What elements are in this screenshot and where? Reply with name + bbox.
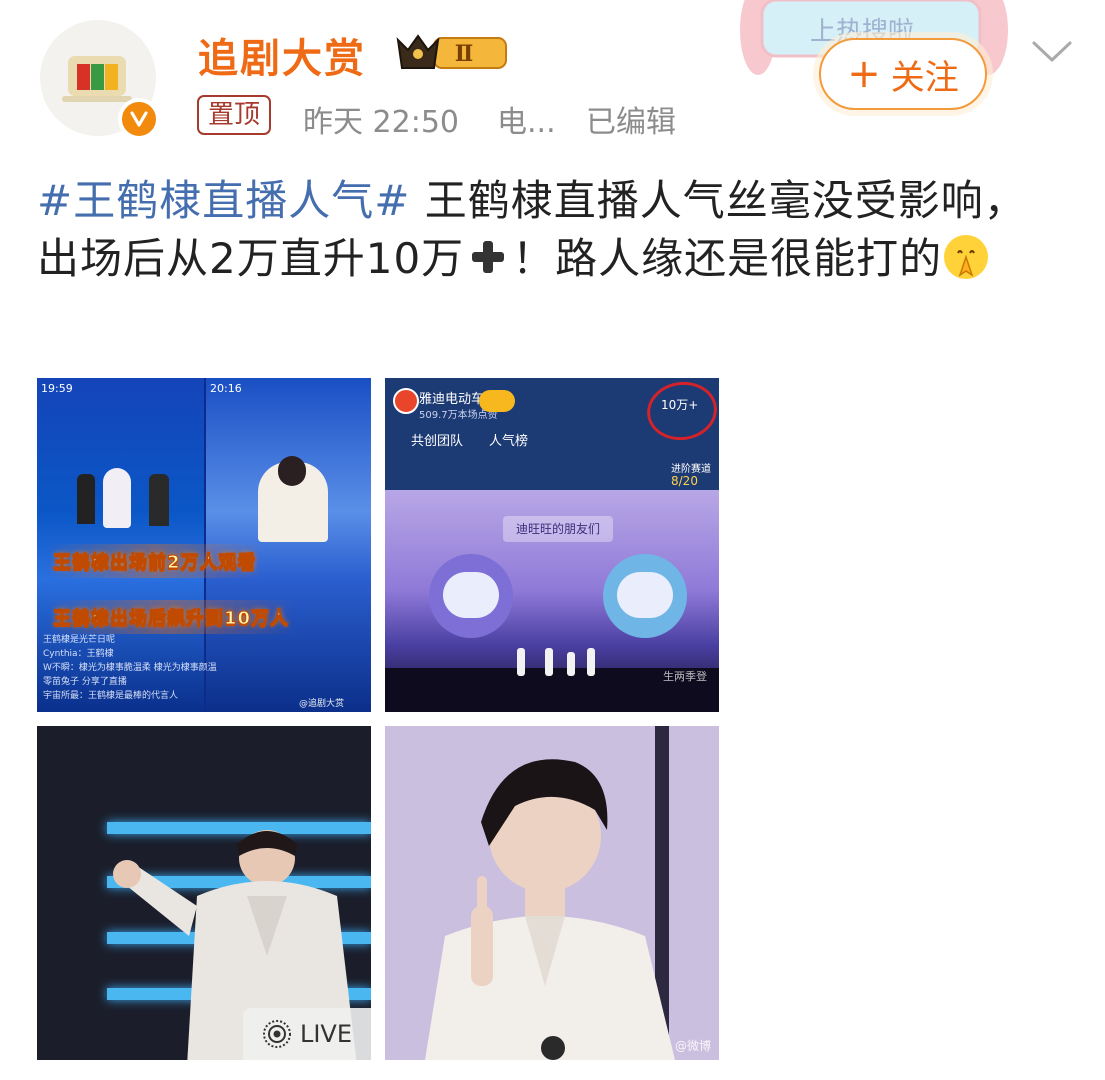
- post-image-1[interactable]: 19:59 20:16 王鹤棣出场前2万人观看 王鹤棣出场后飙升到10万人 王鹤…: [37, 378, 371, 712]
- follow-label: 关注: [890, 57, 959, 98]
- chevron-down-icon[interactable]: [1030, 38, 1074, 66]
- hashtag-link[interactable]: #王鹤棣直播人气#: [37, 176, 410, 225]
- caption-before: 王鹤棣出场前2万人观看: [47, 544, 263, 578]
- image-watermark: @追剧大赏: [299, 699, 345, 709]
- robot-right-icon: [603, 554, 687, 638]
- live-badge[interactable]: LIVE: [243, 1008, 371, 1060]
- follow-button[interactable]: + 关注: [819, 38, 987, 110]
- pinned-tag: 置顶: [197, 95, 272, 135]
- verified-badge-icon: [118, 98, 160, 140]
- vip-crown-icon: Ⅱ: [394, 30, 510, 80]
- image-watermark: @微博: [674, 1039, 711, 1053]
- post-source: 电...: [497, 105, 556, 140]
- image-watermark: 生两季登: [663, 670, 707, 683]
- post-image-4[interactable]: @微博: [385, 726, 719, 1060]
- post-image-3[interactable]: LIVE: [37, 726, 371, 1060]
- caption-after: 王鹤棣出场后飙升到10万人: [47, 600, 296, 634]
- robot-left-icon: [429, 554, 513, 638]
- username[interactable]: 追剧大赏: [198, 26, 366, 84]
- live-photo-icon: [262, 1020, 291, 1048]
- performer-closeup-photo: [425, 726, 675, 1060]
- post-body: #王鹤棣直播人气# 王鹤棣直播人气丝毫没受影响，出场后从2万直升10万 ！路人缘还…: [37, 172, 1067, 288]
- tv-logo-icon: [62, 56, 132, 102]
- svg-text:Ⅱ: Ⅱ: [455, 41, 474, 67]
- pray-emoji-icon: [944, 235, 989, 279]
- heart-icon: [479, 390, 515, 412]
- post-text-part-2: ！路人缘还是很能打的: [512, 234, 943, 283]
- post-time: 昨天 22:50: [303, 105, 459, 140]
- stream-logo-icon: [393, 388, 419, 414]
- plus-emoji-icon: [472, 241, 505, 273]
- post-image-2[interactable]: 雅迪电动车 509.7万本场点赞 10万+ 共创团队 人气榜 进阶赛道 8/20…: [385, 378, 719, 712]
- edited-label: 已编辑: [586, 105, 676, 140]
